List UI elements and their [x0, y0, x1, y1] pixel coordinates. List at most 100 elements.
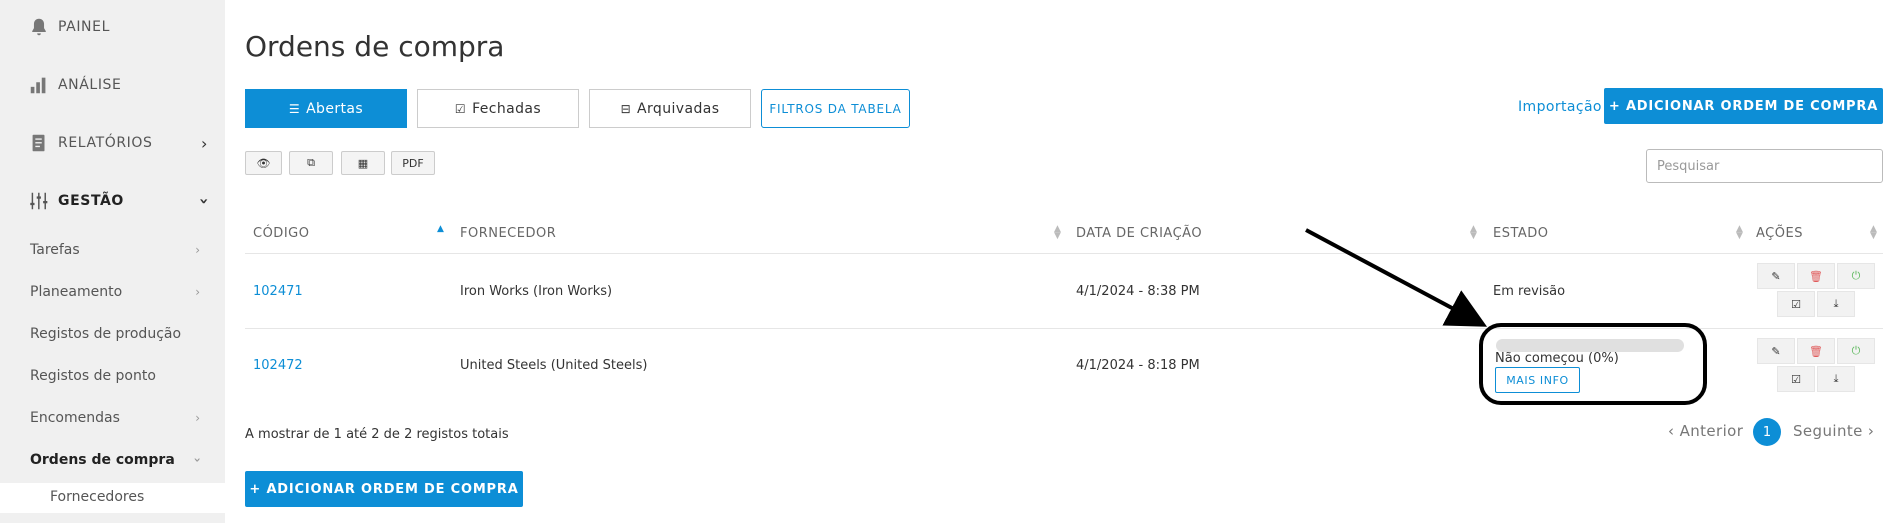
sidebar-subitem-fornecedores[interactable]: Fornecedores — [0, 483, 225, 513]
table-filters-button[interactable]: FILTROS DA TABELA — [761, 89, 910, 128]
sidebar-subitem-tarefas[interactable]: Tarefas › — [30, 238, 200, 262]
more-info-button[interactable]: MAIS INFO — [1495, 367, 1580, 393]
chevron-down-icon: › — [194, 197, 214, 205]
sidebar-subitem-registos-producao[interactable]: Registos de produção — [30, 322, 200, 346]
close-order-button[interactable]: ☑ — [1777, 366, 1815, 392]
add-purchase-order-button[interactable]: + ADICIONAR ORDEM DE COMPRA — [1604, 88, 1883, 124]
close-order-button[interactable]: ☑ — [1777, 291, 1815, 317]
sidebar-item-analise[interactable]: ANÁLISE — [28, 70, 208, 100]
sidebar-subitem-registos-ponto[interactable]: Registos de ponto — [30, 364, 200, 388]
delete-button[interactable]: 🗑 — [1797, 263, 1835, 289]
column-header-supplier[interactable]: FORNECEDOR — [460, 226, 556, 241]
edit-button[interactable]: ✎ — [1757, 338, 1795, 364]
sidebar-item-label: ANÁLISE — [58, 77, 122, 93]
download-icon: ⤓ — [1833, 297, 1839, 310]
sliders-icon — [28, 190, 50, 212]
trash-icon: 🗑 — [1809, 269, 1823, 283]
table-cell-created: 4/1/2024 - 8:18 PM — [1076, 358, 1200, 373]
sidebar-item-relatorios[interactable]: RELATÓRIOS › — [28, 128, 208, 158]
tab-label: Abertas — [306, 100, 364, 117]
sidebar-subitem-ordens-compra[interactable]: Ordens de compra › — [30, 448, 205, 472]
sidebar-item-painel[interactable]: PAINEL — [28, 12, 208, 42]
download-button[interactable]: ⤓ — [1817, 291, 1855, 317]
tab-fechadas[interactable]: ☑ Fechadas — [417, 89, 579, 128]
toggle-columns-button[interactable]: 👁 — [245, 151, 282, 175]
pagination-next[interactable]: Seguinte › — [1793, 422, 1874, 440]
table-cell-supplier: Iron Works (Iron Works) — [460, 284, 613, 299]
column-header-actions: AÇÕES — [1756, 226, 1803, 241]
sort-icon: ▲ ▼ — [1736, 224, 1743, 241]
tab-label: Arquivadas — [637, 100, 720, 117]
bar-chart-icon — [28, 74, 50, 96]
tab-label: Fechadas — [472, 100, 542, 117]
sidebar-subitem-label: Tarefas — [30, 242, 80, 258]
trash-icon: 🗑 — [1809, 344, 1823, 358]
progress-status-text: Não começou (0%) — [1495, 351, 1619, 366]
chevron-right-icon: › — [195, 411, 200, 425]
sidebar: PAINEL ANÁLISE RELATÓRIOS › GESTÃO › Tar… — [0, 0, 225, 523]
inbox-icon: ⊟ — [620, 101, 632, 116]
sidebar-subitem-label: Ordens de compra — [30, 452, 175, 468]
sidebar-item-label: GESTÃO — [58, 193, 124, 209]
add-purchase-order-bottom-button[interactable]: + ADICIONAR ORDEM DE COMPRA — [245, 471, 523, 507]
power-icon: ⏻ — [1851, 269, 1861, 282]
tab-abertas[interactable]: ☰ Abertas — [245, 89, 407, 128]
copy-icon: ⧉ — [307, 156, 315, 169]
import-link[interactable]: Importação — [1518, 99, 1602, 115]
chevron-right-icon: › — [201, 133, 208, 153]
sidebar-subitem-label: Registos de produção — [30, 326, 182, 342]
search-input[interactable] — [1646, 149, 1883, 183]
export-excel-button[interactable]: ▦ — [341, 151, 385, 175]
sidebar-item-label: PAINEL — [58, 19, 110, 35]
download-button[interactable]: ⤓ — [1817, 366, 1855, 392]
copy-button[interactable]: ⧉ — [289, 151, 333, 175]
sort-icon: ▲ ▼ — [1470, 224, 1477, 241]
check-square-icon: ☑ — [1791, 372, 1801, 386]
tab-arquivadas[interactable]: ⊟ Arquivadas — [589, 89, 751, 128]
sidebar-subitem-planeamento[interactable]: Planeamento › — [30, 280, 200, 304]
eye-icon: 👁 — [256, 156, 271, 170]
table-info: A mostrar de 1 até 2 de 2 registos totai… — [245, 427, 509, 442]
sidebar-item-gestao[interactable]: GESTÃO › — [28, 186, 214, 216]
check-square-icon: ☑ — [1791, 297, 1801, 311]
column-header-created[interactable]: DATA DE CRIAÇÃO — [1076, 226, 1202, 241]
edit-icon: ✎ — [1771, 344, 1781, 358]
chevron-right-icon: › — [195, 285, 200, 299]
sidebar-subitem-label: Registos de ponto — [30, 368, 156, 384]
sidebar-subitem-encomendas[interactable]: Encomendas › — [30, 406, 200, 430]
check-square-icon: ☑ — [454, 101, 467, 116]
pdf-label: PDF — [402, 156, 424, 170]
document-icon — [28, 132, 50, 154]
chevron-down-icon: › — [190, 457, 205, 463]
bell-icon — [28, 16, 50, 38]
table-cell-supplier: United Steels (United Steels) — [460, 358, 648, 373]
table-icon: ▦ — [357, 156, 369, 170]
sort-icon: ▲ ▼ — [1054, 224, 1061, 241]
power-icon: ⏻ — [1851, 344, 1861, 357]
divider — [245, 253, 1883, 254]
sidebar-item-label: RELATÓRIOS — [58, 135, 153, 151]
delete-button[interactable]: 🗑 — [1797, 338, 1835, 364]
column-header-status[interactable]: ESTADO — [1493, 226, 1549, 241]
table-cell-code[interactable]: 102471 — [253, 284, 303, 299]
table-cell-code[interactable]: 102472 — [253, 358, 303, 373]
edit-icon: ✎ — [1771, 269, 1781, 283]
list-icon: ☰ — [288, 101, 301, 116]
page-title: Ordens de compra — [245, 30, 505, 63]
table-cell-created: 4/1/2024 - 8:38 PM — [1076, 284, 1200, 299]
column-header-code[interactable]: CÓDIGO — [253, 226, 309, 241]
pagination-current-page[interactable]: 1 — [1753, 418, 1781, 446]
sidebar-subitem-label: Planeamento — [30, 284, 123, 300]
edit-button[interactable]: ✎ — [1757, 263, 1795, 289]
pagination-previous[interactable]: ‹ Anterior — [1668, 422, 1743, 440]
sidebar-subitem-label: Encomendas — [30, 410, 120, 426]
power-button[interactable]: ⏻ — [1837, 263, 1875, 289]
table-cell-status: Em revisão — [1493, 284, 1566, 299]
annotation-arrow — [1305, 228, 1488, 327]
export-pdf-button[interactable]: PDF — [391, 151, 435, 175]
app-window: PAINEL ANÁLISE RELATÓRIOS › GESTÃO › Tar… — [0, 0, 1902, 523]
chevron-right-icon: › — [195, 243, 200, 257]
divider — [245, 328, 1883, 329]
power-button[interactable]: ⏻ — [1837, 338, 1875, 364]
sort-icon: ▲ ▼ — [1870, 224, 1877, 241]
